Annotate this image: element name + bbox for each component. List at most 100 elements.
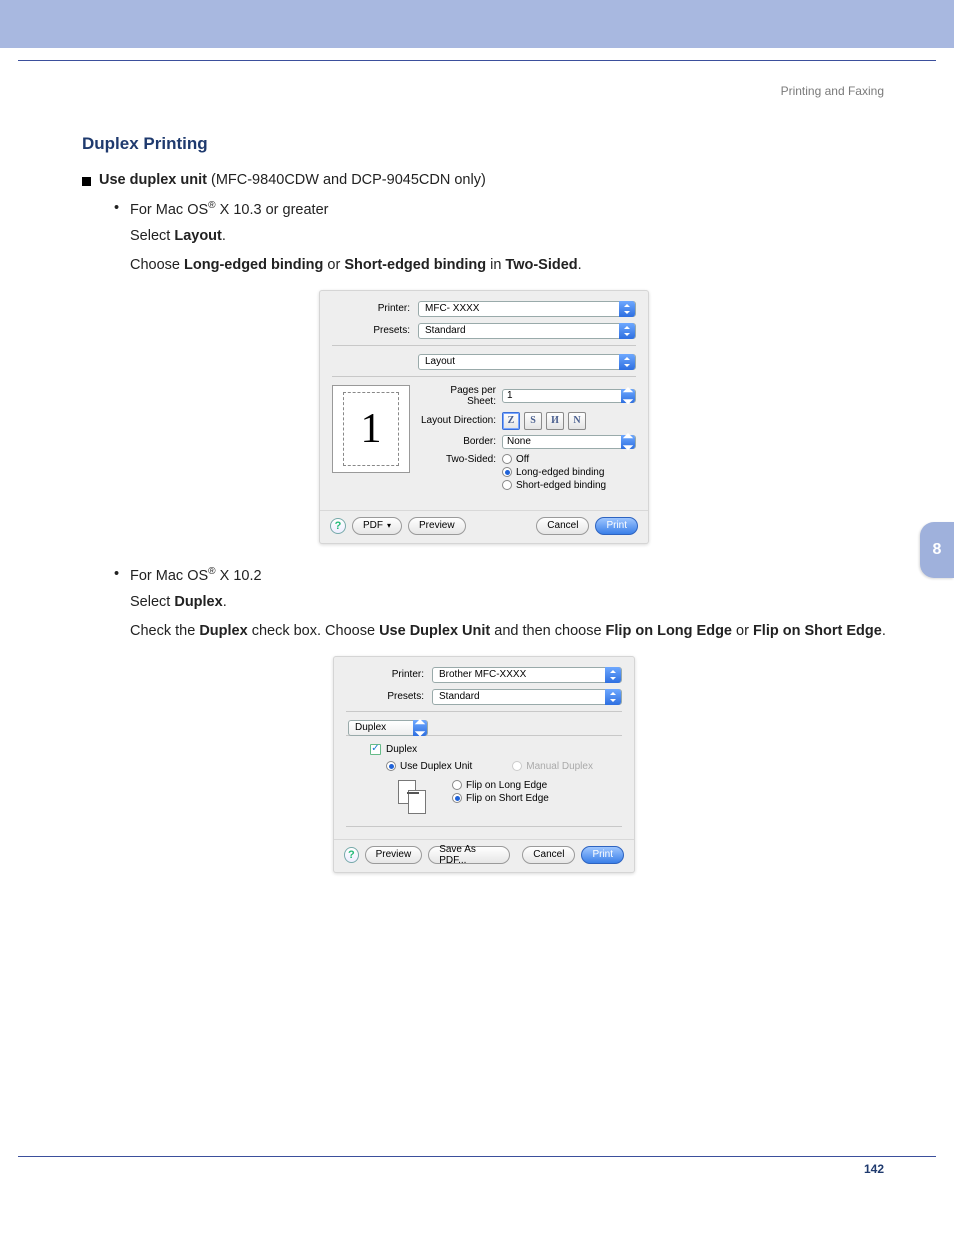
page-content: Duplex Printing Use duplex unit (MFC-984… xyxy=(82,134,886,895)
printer-label: Printer: xyxy=(332,303,418,314)
t: Choose xyxy=(130,257,184,273)
top-rule xyxy=(18,60,936,61)
t: or xyxy=(323,257,344,273)
use-duplex-unit-rest: (MFC-9840CDW and DCP-9045CDN only) xyxy=(207,172,486,188)
t: Select xyxy=(130,594,174,610)
os103-select-b: Layout xyxy=(174,228,222,244)
radio-flip-long-label: Flip on Long Edge xyxy=(466,780,547,791)
border-label: Border: xyxy=(420,436,502,447)
chevron-down-icon: ▾ xyxy=(387,521,391,530)
pps-label: Pages per Sheet: xyxy=(420,385,502,407)
use-duplex-unit-row: Use duplex unit (MFC-9840CDW and DCP-904… xyxy=(82,172,886,188)
preview-button[interactable]: Preview xyxy=(408,517,466,535)
divider xyxy=(346,711,622,712)
printer-select[interactable]: MFC- XXXX xyxy=(418,301,636,317)
cancel-button[interactable]: Cancel xyxy=(536,517,589,535)
printer-value: MFC- XXXX xyxy=(425,303,479,314)
os103-tail: X 10.3 or greater xyxy=(216,202,329,218)
presets-label: Presets: xyxy=(346,691,432,702)
t: . xyxy=(223,594,227,610)
t: or xyxy=(732,623,753,639)
radio-off[interactable] xyxy=(502,454,512,464)
os102-line: For Mac OS xyxy=(130,568,208,584)
top-accent-bar xyxy=(0,0,954,48)
os102-bullet: For Mac OS® X 10.2 xyxy=(114,566,886,584)
two-sided-options: Off Long-edged binding Short-edged bindi… xyxy=(502,454,606,493)
print-button[interactable]: Print xyxy=(595,517,638,535)
duplex-checkbox[interactable]: ✓ xyxy=(370,744,381,755)
t: Duplex xyxy=(199,623,247,639)
t: Use Duplex Unit xyxy=(379,623,490,639)
t: Duplex xyxy=(174,594,222,610)
radio-manual-label: Manual Duplex xyxy=(526,761,593,772)
chevron-updown-icon xyxy=(619,323,635,339)
radio-long[interactable] xyxy=(502,467,512,477)
presets-select[interactable]: Standard xyxy=(418,323,636,339)
presets-select[interactable]: Standard xyxy=(432,689,622,705)
radio-flip-short-label: Flip on Short Edge xyxy=(466,793,549,804)
printer-value: Brother MFC-XXXX xyxy=(439,669,526,680)
page-number: 142 xyxy=(864,1162,884,1176)
os103-bullet: For Mac OS® X 10.3 or greater xyxy=(114,200,886,218)
section-title: Duplex Printing xyxy=(82,134,886,154)
dir-btn-1[interactable]: Z xyxy=(502,412,520,430)
preview-button[interactable]: Preview xyxy=(365,846,423,864)
dir-label: Layout Direction: xyxy=(420,415,502,426)
cancel-button[interactable]: Cancel xyxy=(522,846,575,864)
chapter-tab: 8 xyxy=(920,522,954,578)
radio-off-label: Off xyxy=(516,454,529,465)
top-gap xyxy=(0,48,954,60)
pps-select[interactable]: 1 xyxy=(502,389,636,403)
printer-select[interactable]: Brother MFC-XXXX xyxy=(432,667,622,683)
divider xyxy=(332,376,636,377)
chevron-updown-icon xyxy=(619,354,635,370)
pdf-button[interactable]: PDF ▾ xyxy=(352,517,402,535)
pane-select[interactable]: Layout xyxy=(418,354,636,370)
presets-value: Standard xyxy=(425,325,466,336)
t: Check the xyxy=(130,623,199,639)
pps-value: 1 xyxy=(507,390,513,401)
radio-flip-long[interactable] xyxy=(452,780,462,790)
presets-label: Presets: xyxy=(332,325,418,336)
help-button[interactable]: ? xyxy=(344,847,359,863)
chevron-updown-icon xyxy=(619,301,635,317)
duplex-pages-icon xyxy=(398,780,428,816)
save-as-pdf-button[interactable]: Save As PDF... xyxy=(428,846,510,864)
dir-btn-2[interactable]: S xyxy=(524,412,542,430)
t: Flip on Long Edge xyxy=(606,623,732,639)
t: Two-Sided xyxy=(505,257,577,273)
printer-label: Printer: xyxy=(346,669,432,680)
os103-select: Select Layout. xyxy=(130,226,886,247)
radio-manual-duplex[interactable] xyxy=(512,761,522,771)
chevron-updown-icon xyxy=(605,689,621,705)
dir-btn-4[interactable]: N xyxy=(568,412,586,430)
radio-short[interactable] xyxy=(502,480,512,490)
duplex-checkbox-label: Duplex xyxy=(386,744,417,755)
os102-select: Select Duplex. xyxy=(130,592,886,613)
radio-long-label: Long-edged binding xyxy=(516,467,604,478)
border-select[interactable]: None xyxy=(502,435,636,449)
os103-line: For Mac OS xyxy=(130,202,208,218)
help-button[interactable]: ? xyxy=(330,518,346,534)
page-preview-margin xyxy=(343,392,399,466)
dir-btn-3[interactable]: И xyxy=(546,412,564,430)
print-dialog-102: Printer: Brother MFC-XXXX Presets: Stand… xyxy=(333,656,635,873)
use-duplex-unit-lead: Use duplex unit xyxy=(99,172,207,188)
t: . xyxy=(578,257,582,273)
radio-use-duplex-unit[interactable] xyxy=(386,761,396,771)
border-value: None xyxy=(507,436,531,447)
os102-paragraph: Check the Duplex check box. Choose Use D… xyxy=(130,621,886,642)
breadcrumb: Printing and Faxing xyxy=(781,84,884,98)
os103-select-post: . xyxy=(222,228,226,244)
pane-select[interactable]: Duplex xyxy=(348,720,428,736)
pdf-button-label: PDF xyxy=(363,520,383,531)
chevron-updown-icon xyxy=(621,435,635,449)
t: Short-edged binding xyxy=(344,257,486,273)
chevron-updown-icon xyxy=(605,667,621,683)
print-button[interactable]: Print xyxy=(581,846,624,864)
pane-value: Layout xyxy=(425,356,455,367)
square-bullet-icon xyxy=(82,177,91,186)
radio-flip-short[interactable] xyxy=(452,793,462,803)
registered-icon: ® xyxy=(208,200,215,211)
os102-tail: X 10.2 xyxy=(216,568,262,584)
